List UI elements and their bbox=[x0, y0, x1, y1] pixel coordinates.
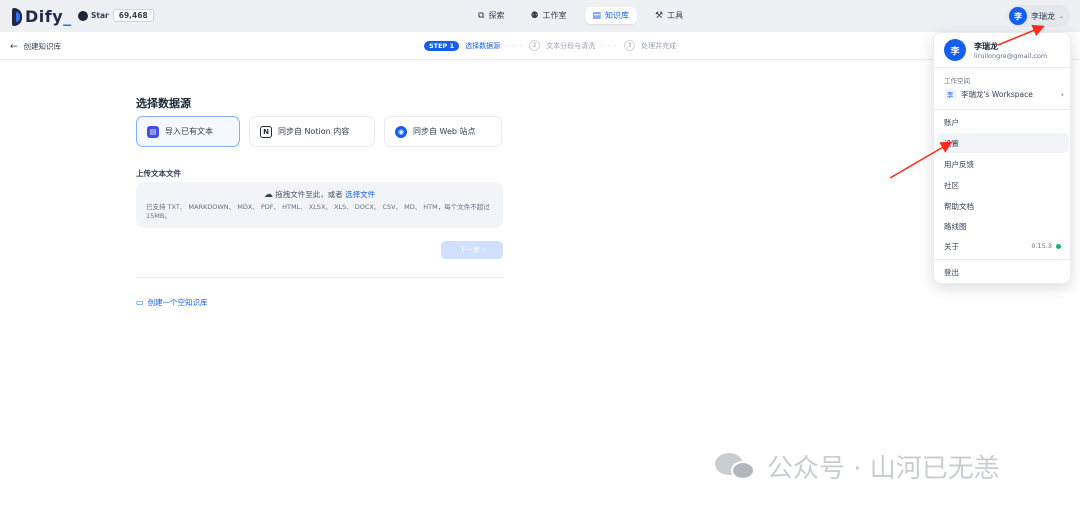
data-source-options: ▤ 导入已有文本 N 同步自 Notion 内容 ◉ 同步自 Web 站点 bbox=[136, 116, 502, 147]
workspace-name: 李瑞龙's Workspace bbox=[961, 89, 1033, 99]
menu-item-about[interactable]: 关于 0.15.3 bbox=[937, 236, 1069, 256]
nav-tools[interactable]: ⚒ 工具 bbox=[647, 7, 691, 24]
top-navbar: Dify_ Star 69,468 ⧉ 探索 ⚉ 工作室 ▤ 知识库 ⚒ 工具 … bbox=[0, 0, 1080, 32]
menu-item-help-docs[interactable]: 帮助文档 bbox=[937, 196, 1069, 216]
github-star-count[interactable]: 69,468 bbox=[112, 9, 154, 22]
dify-logo[interactable]: Dify_ bbox=[12, 7, 72, 26]
cloud-upload-icon: ☁ bbox=[263, 190, 273, 200]
compass-icon: ⧉ bbox=[478, 10, 485, 21]
nav-knowledge[interactable]: ▤ 知识库 bbox=[584, 7, 638, 24]
menu-item-about-label: 关于 bbox=[944, 241, 959, 251]
main-nav: ⧉ 探索 ⚉ 工作室 ▤ 知识库 ⚒ 工具 bbox=[470, 7, 691, 24]
file-dropzone[interactable]: ☁ 拖拽文件至此，或者 选择文件 已支持 TXT、 MARKDOWN、 MDX、… bbox=[136, 182, 503, 228]
chevron-right-icon: › bbox=[1060, 89, 1064, 99]
menu-item-feedback[interactable]: 用户反馈 bbox=[937, 154, 1069, 174]
step-divider: - - - bbox=[601, 41, 619, 50]
source-notion[interactable]: N 同步自 Notion 内容 bbox=[249, 116, 375, 147]
step2-number: 2 bbox=[529, 40, 541, 51]
user-dropdown-menu: 李 李瑞龙 liruilongre@gmail.com 工作空间 李 李瑞龙's… bbox=[933, 32, 1072, 284]
choose-file-link[interactable]: 选择文件 bbox=[345, 190, 375, 199]
watermark: 公众号 · 山河已无恙 bbox=[715, 448, 1000, 485]
step1-label: 选择数据源 bbox=[465, 41, 501, 50]
source-import-text[interactable]: ▤ 导入已有文本 bbox=[136, 116, 240, 147]
supported-formats-text: 已支持 TXT、 MARKDOWN、 MDX、 PDF、 HTML、 XLSX、… bbox=[146, 203, 490, 220]
source-notion-label: 同步自 Notion 内容 bbox=[278, 127, 350, 136]
menu-item-community[interactable]: 社区 bbox=[937, 175, 1069, 195]
divider bbox=[934, 259, 1072, 260]
avatar: 李 bbox=[944, 39, 966, 61]
github-star-widget[interactable]: Star 69,468 bbox=[78, 9, 154, 22]
stepper: STEP 1 选择数据源 - - - 2 文本分段与清洗 - - - 3 处理并… bbox=[424, 40, 676, 51]
nav-explore-label: 探索 bbox=[488, 11, 505, 20]
main-content: 选择数据源 ▤ 导入已有文本 N 同步自 Notion 内容 ◉ 同步自 Web… bbox=[0, 60, 1080, 507]
divider bbox=[136, 277, 503, 278]
step3-label: 处理并完成 bbox=[641, 41, 677, 50]
upload-label: 上传文本文件 bbox=[136, 169, 181, 178]
user-menu-button[interactable]: 李 李瑞龙 ⌄ bbox=[1006, 5, 1070, 27]
dropdown-user-name: 李瑞龙 bbox=[974, 41, 998, 51]
menu-item-settings[interactable]: 设置 bbox=[937, 133, 1069, 153]
notion-icon: N bbox=[260, 125, 272, 138]
workspace-selector[interactable]: 李 李瑞龙's Workspace › bbox=[944, 88, 1064, 100]
source-web-label: 同步自 Web 站点 bbox=[413, 127, 476, 136]
nav-studio[interactable]: ⚉ 工作室 bbox=[522, 7, 574, 24]
hammer-icon: ⚒ bbox=[655, 10, 664, 21]
step-header: ← 创建知识库 STEP 1 选择数据源 - - - 2 文本分段与清洗 - -… bbox=[0, 32, 1080, 60]
arrow-left-icon: ← bbox=[10, 41, 18, 52]
workspace-label: 工作空间 bbox=[944, 77, 970, 85]
folder-icon: ▭ bbox=[136, 298, 144, 307]
menu-item-logout[interactable]: 登出 bbox=[937, 262, 1069, 282]
step2-label: 文本分段与清洗 bbox=[546, 41, 596, 50]
user-name: 李瑞龙 bbox=[1030, 11, 1055, 21]
github-icon bbox=[78, 10, 88, 21]
divider bbox=[934, 67, 1072, 68]
source-web[interactable]: ◉ 同步自 Web 站点 bbox=[384, 116, 502, 147]
github-star-button[interactable]: Star bbox=[78, 10, 109, 21]
github-star-label: Star bbox=[91, 11, 109, 20]
workspace-badge: 李 bbox=[944, 88, 956, 100]
watermark-text: 公众号 · 山河已无恙 bbox=[767, 454, 1000, 484]
document-icon: ▤ bbox=[147, 125, 159, 138]
chevron-down-icon: ⌄ bbox=[1058, 12, 1064, 20]
dropdown-user-email: liruilongre@gmail.com bbox=[974, 51, 1048, 60]
back-button[interactable]: ← 创建知识库 bbox=[10, 41, 61, 52]
robot-icon: ⚉ bbox=[530, 10, 539, 21]
brand-name: Dify bbox=[25, 7, 64, 26]
dropdown-profile: 李 李瑞龙 liruilongre@gmail.com bbox=[944, 39, 1047, 61]
nav-tools-label: 工具 bbox=[667, 11, 684, 20]
menu-item-roadmap[interactable]: 路线图 bbox=[937, 216, 1069, 236]
dify-logo-mark-icon bbox=[12, 7, 22, 26]
step3-number: 3 bbox=[624, 40, 636, 51]
nav-knowledge-label: 知识库 bbox=[605, 11, 630, 20]
avatar: 李 bbox=[1008, 7, 1027, 25]
book-icon: ▤ bbox=[592, 10, 602, 21]
create-empty-knowledge-link[interactable]: ▭ 创建一个空知识库 bbox=[136, 297, 208, 308]
section-title: 选择数据源 bbox=[136, 97, 191, 110]
status-dot-icon bbox=[1056, 243, 1061, 249]
step1-badge: STEP 1 bbox=[424, 40, 460, 51]
divider bbox=[934, 109, 1072, 110]
web-icon: ◉ bbox=[395, 125, 407, 138]
drop-text: 拖拽文件至此，或者 bbox=[275, 190, 343, 199]
source-import-text-label: 导入已有文本 bbox=[165, 127, 213, 136]
wechat-icon bbox=[715, 451, 757, 483]
version-text: 0.15.3 bbox=[1031, 242, 1052, 250]
next-step-button[interactable]: 下一步 › bbox=[441, 241, 503, 259]
page-title: 创建知识库 bbox=[23, 42, 62, 51]
nav-explore[interactable]: ⧉ 探索 bbox=[470, 7, 512, 24]
create-empty-knowledge-label: 创建一个空知识库 bbox=[147, 298, 208, 307]
step-divider: - - - bbox=[506, 41, 524, 50]
menu-item-account[interactable]: 账户 bbox=[937, 112, 1069, 132]
nav-studio-label: 工作室 bbox=[542, 11, 567, 20]
